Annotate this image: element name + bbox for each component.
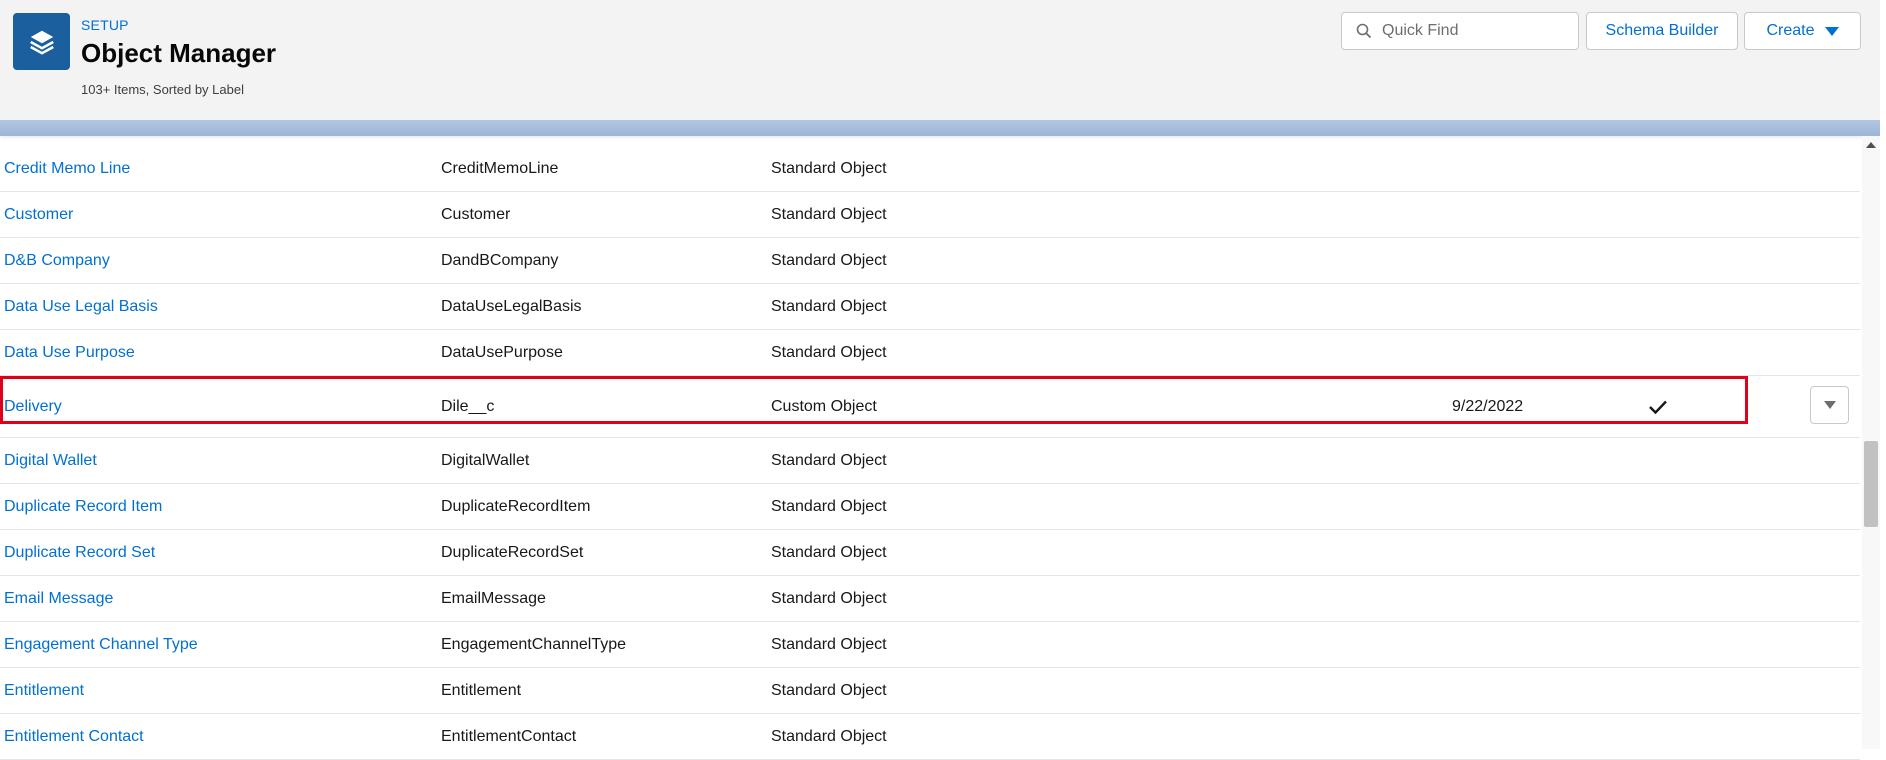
object-type-cell: Standard Object xyxy=(771,497,887,515)
object-type-cell: Standard Object xyxy=(771,635,887,653)
object-label-link[interactable]: Engagement Channel Type xyxy=(4,622,198,667)
api-name-cell: EmailMessage xyxy=(441,589,546,607)
layers-icon xyxy=(13,13,70,70)
page-title: Object Manager xyxy=(81,38,277,68)
table-row: D&B Company DandBCompany Standard Object xyxy=(0,238,1860,284)
table-row: Digital Wallet DigitalWallet Standard Ob… xyxy=(0,438,1860,484)
create-label: Create xyxy=(1766,22,1815,39)
items-count-subtitle: 103+ Items, Sorted by Label xyxy=(81,82,244,97)
objects-table: Credit Memo Line CreditMemoLine Standard… xyxy=(0,146,1860,760)
row-actions-menu-button[interactable] xyxy=(1810,386,1849,424)
object-type-cell: Standard Object xyxy=(771,727,887,745)
table-row: Entitlement Contact EntitlementContact S… xyxy=(0,714,1860,760)
api-name-cell: EntitlementContact xyxy=(441,727,577,745)
scroll-up-arrow-icon[interactable] xyxy=(1866,142,1876,148)
chevron-down-icon xyxy=(1824,26,1839,36)
object-type-cell: Standard Object xyxy=(771,205,887,223)
object-type-cell: Standard Object xyxy=(771,589,887,607)
last-modified-cell: 9/22/2022 xyxy=(1452,397,1524,415)
window-edge xyxy=(1880,0,1886,749)
quick-find-search[interactable] xyxy=(1341,12,1579,50)
api-name-cell: DandBCompany xyxy=(441,251,559,269)
object-type-cell: Standard Object xyxy=(771,681,887,699)
object-label-link[interactable]: Customer xyxy=(4,192,73,237)
vertical-scrollbar[interactable] xyxy=(1862,136,1880,749)
table-row: Credit Memo Line CreditMemoLine Standard… xyxy=(0,146,1860,192)
page-header: SETUP Object Manager 103+ Items, Sorted … xyxy=(0,0,1880,121)
api-name-cell: DuplicateRecordItem xyxy=(441,497,591,515)
table-row: Data Use Purpose DataUsePurpose Standard… xyxy=(0,330,1860,376)
table-row-delivery: Delivery Dile__c Custom Object 9/22/2022 xyxy=(0,376,1860,438)
header-decorative-band xyxy=(0,120,1880,136)
checkmark-icon xyxy=(1648,376,1668,437)
api-name-cell: CreditMemoLine xyxy=(441,159,559,177)
object-type-cell: Custom Object xyxy=(771,397,877,415)
schema-builder-button[interactable]: Schema Builder xyxy=(1586,12,1738,50)
schema-builder-label: Schema Builder xyxy=(1605,22,1719,39)
object-type-cell: Standard Object xyxy=(771,159,887,177)
api-name-cell: Customer xyxy=(441,205,511,223)
object-type-cell: Standard Object xyxy=(771,451,887,469)
object-label-link[interactable]: Entitlement Contact xyxy=(4,714,144,759)
object-label-link[interactable]: Entitlement xyxy=(4,668,84,713)
table-row: Customer Customer Standard Object xyxy=(0,192,1860,238)
object-type-cell: Standard Object xyxy=(771,343,887,361)
object-type-cell: Standard Object xyxy=(771,297,887,315)
object-label-link[interactable]: Digital Wallet xyxy=(4,438,97,483)
table-row: Data Use Legal Basis DataUseLegalBasis S… xyxy=(0,284,1860,330)
table-row: Duplicate Record Set DuplicateRecordSet … xyxy=(0,530,1860,576)
object-label-link[interactable]: Credit Memo Line xyxy=(4,146,130,191)
api-name-cell: DuplicateRecordSet xyxy=(441,543,584,561)
table-row: Engagement Channel Type EngagementChanne… xyxy=(0,622,1860,668)
object-label-link[interactable]: Duplicate Record Set xyxy=(4,530,155,575)
api-name-cell: Dile__c xyxy=(441,397,495,415)
scrollbar-thumb[interactable] xyxy=(1864,441,1878,527)
object-label-link[interactable]: Data Use Purpose xyxy=(4,330,135,375)
setup-breadcrumb[interactable]: SETUP xyxy=(81,17,129,33)
api-name-cell: DataUseLegalBasis xyxy=(441,297,582,315)
api-name-cell: EngagementChannelType xyxy=(441,635,627,653)
object-label-link[interactable]: Email Message xyxy=(4,576,113,621)
object-label-link[interactable]: Duplicate Record Item xyxy=(4,484,162,529)
chevron-down-icon xyxy=(1823,396,1836,414)
object-label-link[interactable]: Delivery xyxy=(4,376,62,437)
table-row: Entitlement Entitlement Standard Object xyxy=(0,668,1860,714)
create-button[interactable]: Create xyxy=(1744,12,1861,50)
object-type-cell: Standard Object xyxy=(771,543,887,561)
search-icon xyxy=(1356,23,1372,39)
table-row: Duplicate Record Item DuplicateRecordIte… xyxy=(0,484,1860,530)
api-name-cell: Entitlement xyxy=(441,681,522,699)
table-row: Email Message EmailMessage Standard Obje… xyxy=(0,576,1860,622)
object-label-link[interactable]: Data Use Legal Basis xyxy=(4,284,158,329)
quick-find-input[interactable] xyxy=(1380,21,1564,41)
api-name-cell: DataUsePurpose xyxy=(441,343,563,361)
object-type-cell: Standard Object xyxy=(771,251,887,269)
api-name-cell: DigitalWallet xyxy=(441,451,530,469)
object-label-link[interactable]: D&B Company xyxy=(4,238,110,283)
